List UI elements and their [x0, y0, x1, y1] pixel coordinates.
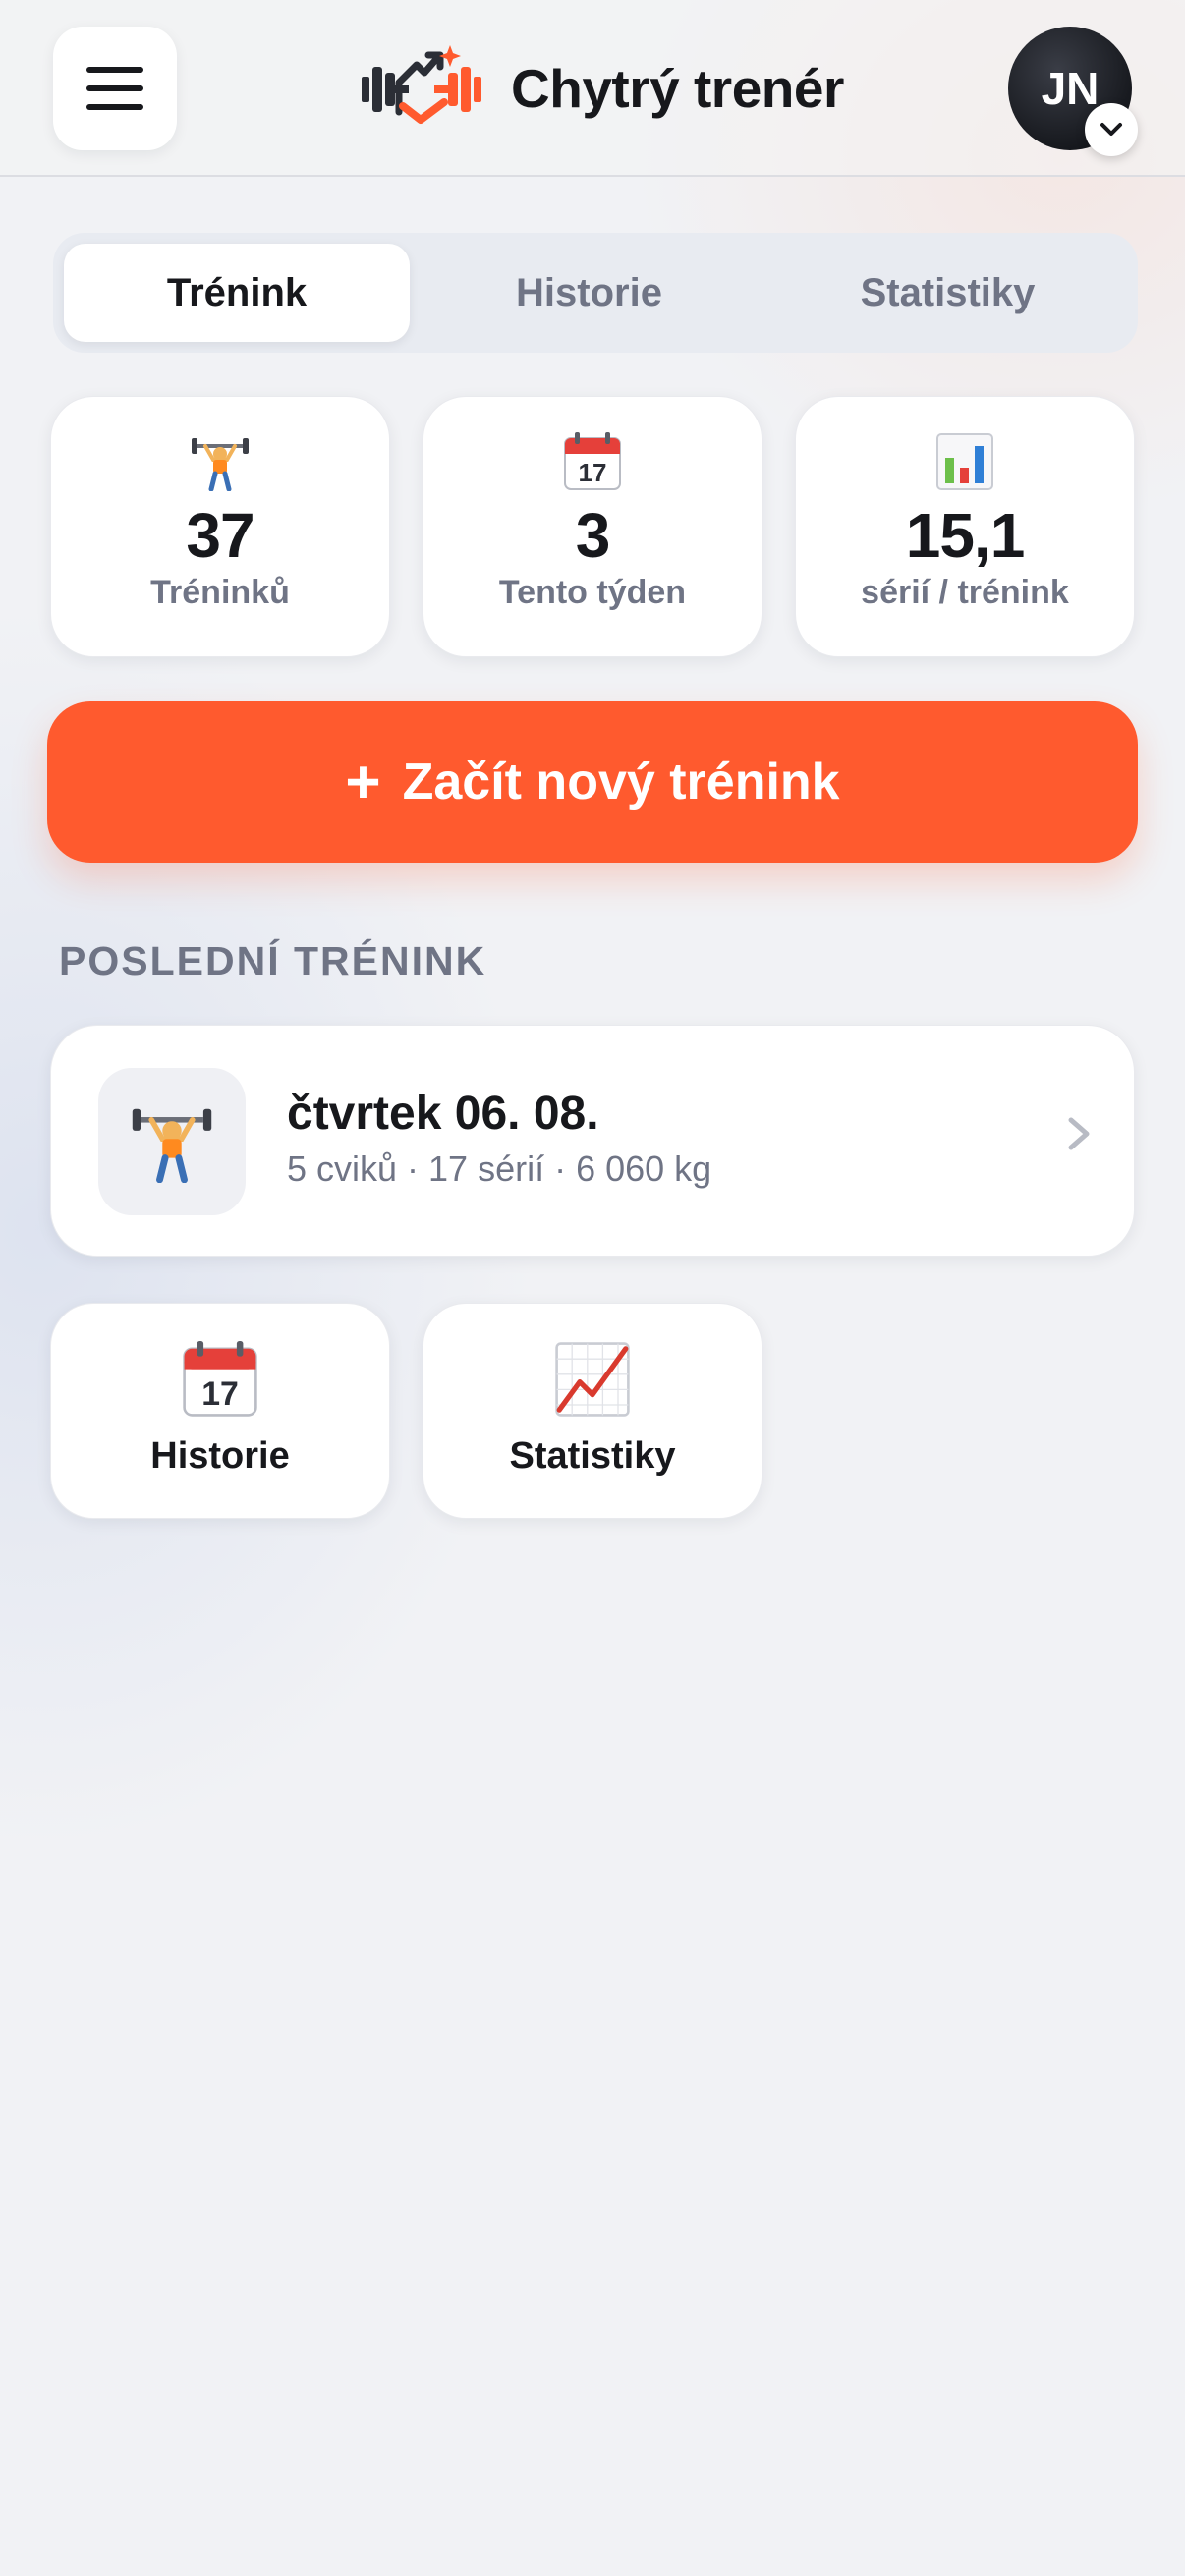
- tab-statistiky[interactable]: Statistiky: [768, 244, 1127, 342]
- tile-historie[interactable]: 17 Historie: [50, 1303, 390, 1519]
- svg-text:17: 17: [201, 1375, 239, 1413]
- tab-historie[interactable]: Historie: [410, 244, 768, 342]
- app-title: Chytrý trenér: [511, 58, 844, 119]
- last-workout-card[interactable]: čtvrtek 06. 08. 5 cviků · 17 sérií · 6 0…: [50, 1025, 1135, 1257]
- section-title-last-workout: POSLEDNÍ TRÉNINK: [59, 938, 487, 983]
- trend-chart-icon: [555, 1342, 630, 1417]
- stat-value: 3: [575, 500, 611, 571]
- menu-button[interactable]: [53, 27, 177, 150]
- workout-summary: 5 cviků · 17 sérií · 6 060 kg: [287, 1148, 712, 1189]
- chevron-down-icon: [1100, 123, 1122, 136]
- calendar-icon: 17: [564, 432, 621, 490]
- tile-label: Statistiky: [509, 1435, 676, 1477]
- tab-trenink[interactable]: Trénink: [64, 244, 410, 342]
- tab-bar: Trénink Historie Statistiky: [53, 233, 1138, 353]
- weightlifter-icon: [192, 438, 249, 491]
- start-new-workout-button[interactable]: + Začít nový trénink: [47, 701, 1138, 863]
- stat-label: Tréninků: [150, 574, 290, 611]
- calendar-icon: 17: [183, 1341, 257, 1417]
- bar-chart-icon: [936, 433, 993, 490]
- workout-thumbnail: [98, 1068, 246, 1215]
- brand: Chytrý trenér: [360, 43, 844, 134]
- plus-icon: +: [345, 748, 381, 816]
- tile-label: Historie: [150, 1435, 290, 1477]
- start-button-label: Začít nový trénink: [402, 754, 840, 811]
- stat-card-workouts: 37 Tréninků: [50, 396, 390, 657]
- account-menu-button[interactable]: [1085, 103, 1138, 156]
- weightlifter-icon: [132, 1108, 212, 1183]
- stat-value: 15,1: [905, 500, 1026, 571]
- stat-label: sérií / trénink: [861, 574, 1069, 611]
- svg-text:17: 17: [579, 458, 607, 487]
- workout-date: čtvrtek 06. 08.: [287, 1088, 599, 1140]
- chevron-right-icon: [1068, 1117, 1090, 1150]
- app-header: Chytrý trenér JN: [0, 0, 1185, 177]
- stat-card-this-week: 17 3 Tento týden: [423, 396, 762, 657]
- stat-label: Tento týden: [498, 574, 687, 611]
- stat-value: 37: [186, 500, 254, 571]
- avatar-initials: JN: [1041, 63, 1100, 114]
- tile-statistiky[interactable]: Statistiky: [423, 1303, 762, 1519]
- dumbbell-logo-icon: [362, 45, 481, 124]
- hamburger-icon: [86, 67, 143, 110]
- stat-card-sets-per-workout: 15,1 sérií / trénink: [795, 396, 1135, 657]
